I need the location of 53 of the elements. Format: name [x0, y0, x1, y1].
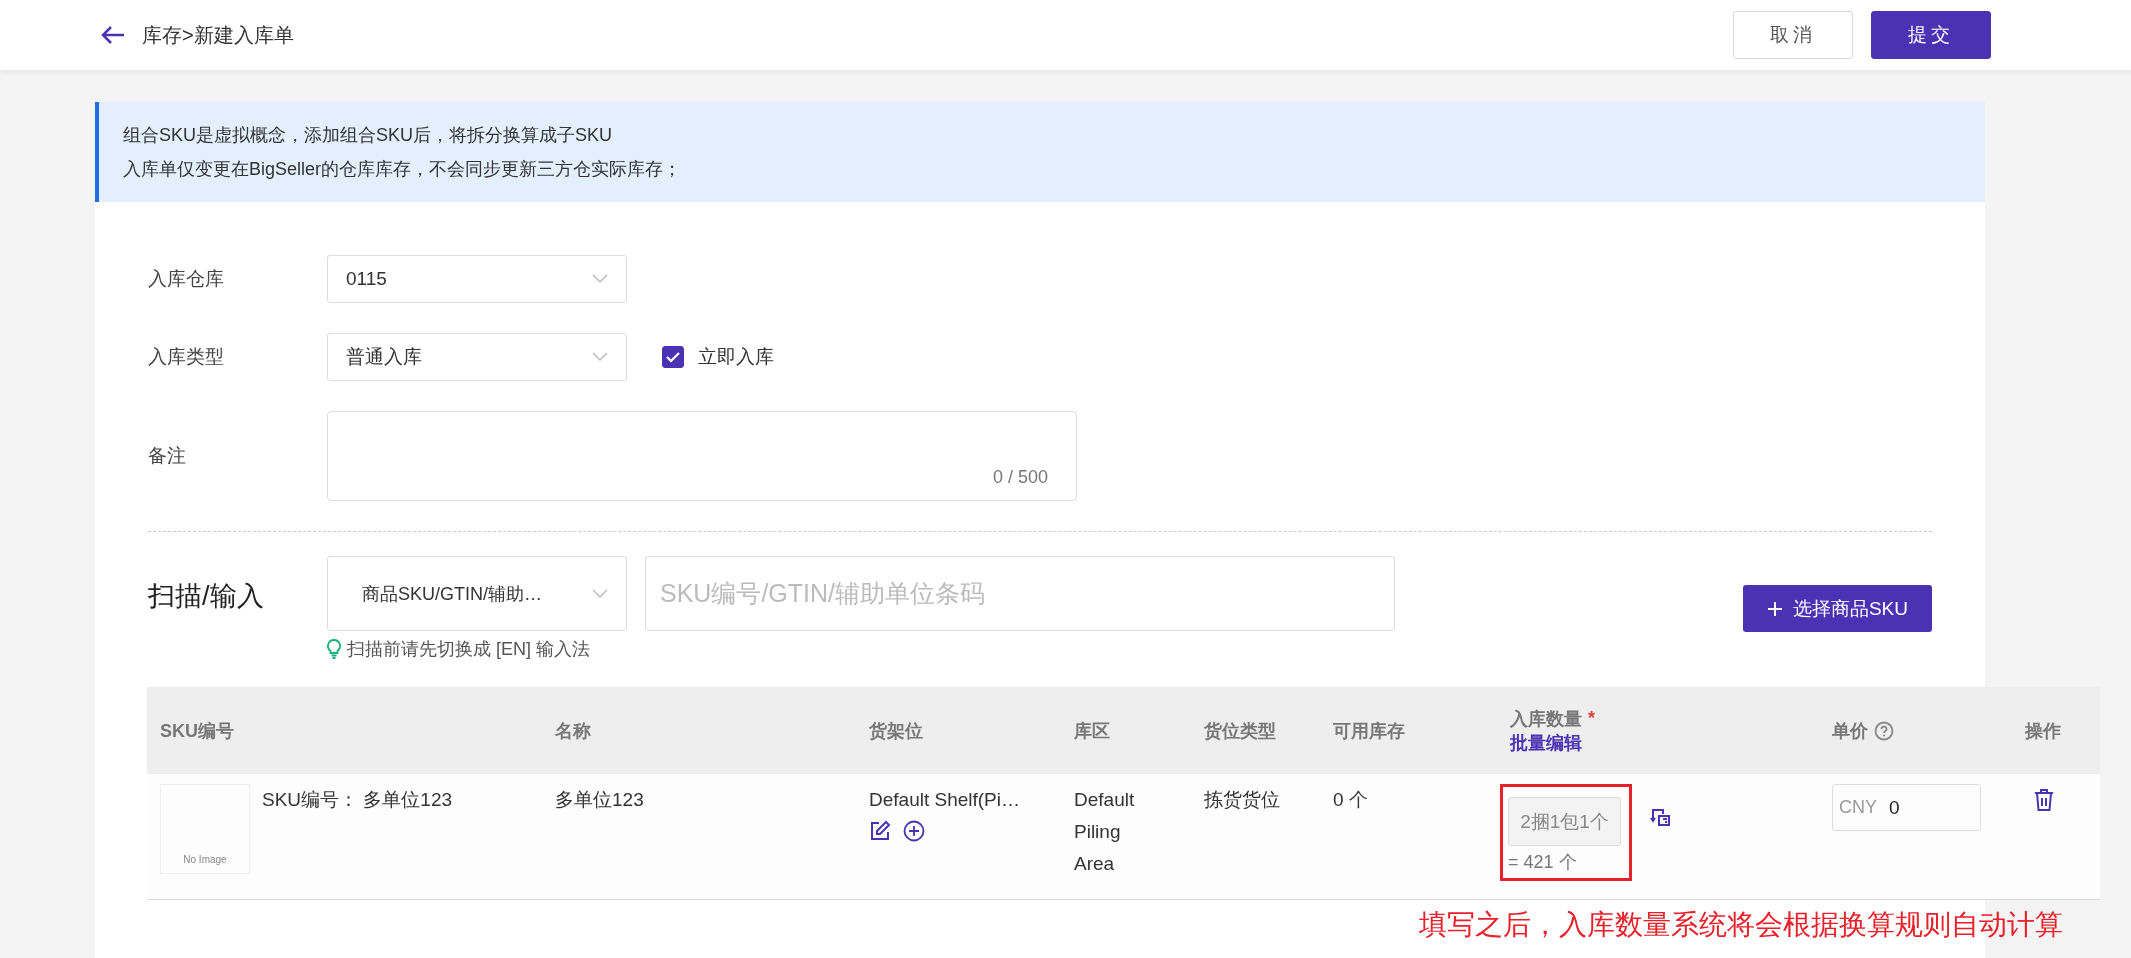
- table-cell-text: Default Shelf(Pi…: [869, 788, 1021, 812]
- checkbox-label: 立即入库: [698, 345, 774, 369]
- checkmark-icon: [666, 351, 680, 363]
- edit-icon[interactable]: [869, 820, 891, 842]
- currency-label: CNY: [1839, 797, 1877, 818]
- field-label: 备注: [148, 444, 187, 468]
- batch-edit-link[interactable]: 批量编辑: [1510, 730, 1832, 755]
- caret-icon: [592, 274, 608, 284]
- back-arrow-icon[interactable]: [100, 24, 126, 46]
- convert-icon[interactable]: [1650, 806, 1672, 828]
- quantity-total: = 421 个: [1508, 851, 1578, 874]
- trash-icon[interactable]: [2033, 788, 2055, 812]
- caret-icon: [592, 588, 608, 599]
- price-field[interactable]: CNY 0: [1832, 784, 1981, 831]
- caret-icon: [592, 352, 608, 362]
- column-header: 可用库存: [1333, 719, 1405, 743]
- field-label: 入库类型: [148, 345, 225, 369]
- lightbulb-icon: [327, 639, 341, 659]
- hint-text: 扫描前请先切换成 [EN] 输入法: [347, 638, 590, 661]
- image-placeholder-text: No Image: [183, 854, 227, 865]
- table-cell-text: 拣货货位: [1204, 788, 1281, 812]
- remark-field[interactable]: 0 / 500: [327, 411, 1077, 501]
- column-header: 单价: [1832, 719, 1868, 743]
- column-header: 货位类型: [1204, 719, 1276, 743]
- add-sku-button[interactable]: 选择商品SKU: [1742, 585, 1932, 632]
- column-header: 库区: [1074, 719, 1110, 743]
- char-counter: 0 / 500: [992, 467, 1048, 488]
- scan-input[interactable]: SKU编号/GTIN/辅助单位条码: [645, 556, 1395, 631]
- field-label: 入库仓库: [148, 267, 225, 291]
- notice-text: 组合SKU是虚拟概念，添加组合SKU后，将拆分换算成子SKU: [123, 124, 614, 147]
- type-select[interactable]: 普通入库: [327, 333, 627, 381]
- table-cell-text: 多单位123: [555, 788, 645, 812]
- column-header: 货架位: [869, 719, 923, 743]
- price-value: 0: [1889, 796, 1900, 819]
- scan-label: 扫描/输入: [148, 580, 265, 613]
- column-header: 入库数量: [1510, 707, 1582, 731]
- plus-icon: [1766, 600, 1783, 617]
- column-header: SKU编号: [160, 719, 234, 743]
- sku-text: SKU编号： 多单位123: [262, 788, 453, 812]
- warehouse-select[interactable]: 0115: [327, 255, 627, 303]
- required-mark: *: [1588, 708, 1595, 729]
- column-header: 名称: [555, 719, 591, 743]
- cancel-button[interactable]: 取消: [1733, 11, 1853, 59]
- annotation-text: 填写之后，入库数量系统将会根据换算规则自动计算: [1419, 908, 2063, 942]
- column-header: 操作: [2025, 719, 2061, 743]
- scan-mode-select[interactable]: 商品SKU/GTIN/辅助…: [327, 556, 627, 631]
- table-cell-text: 0 个: [1333, 788, 1369, 812]
- submit-button[interactable]: 提交: [1871, 11, 1991, 59]
- add-circle-icon[interactable]: [903, 820, 925, 842]
- page-title: 库存>新建入库单: [142, 22, 295, 48]
- checkbox[interactable]: [662, 346, 684, 368]
- table-cell-text: Default Piling Area: [1074, 788, 1136, 876]
- notice-text: 入库单仅变更在BigSeller的仓库库存，不会同步更新三方仓实际库存；: [123, 158, 683, 181]
